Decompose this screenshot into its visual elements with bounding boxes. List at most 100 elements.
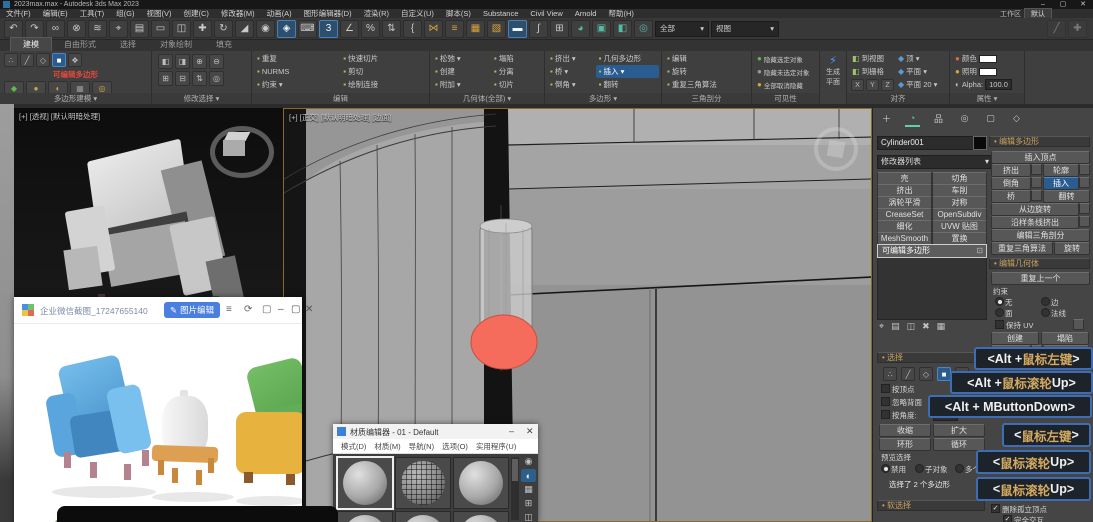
create-button[interactable]: 创建 xyxy=(991,332,1039,345)
sample-type-icon[interactable]: ◉ xyxy=(521,455,536,468)
ribbon-item[interactable]: ▪ 分离 xyxy=(491,65,542,78)
matedit-minimize-button[interactable]: – xyxy=(509,426,514,436)
rotate-icon[interactable]: ↻ xyxy=(214,19,233,38)
scrollbar-thumb[interactable] xyxy=(512,459,518,481)
outline-sel-icon[interactable]: ◎ xyxy=(209,71,224,86)
maximize-button[interactable]: ▢ xyxy=(1055,0,1071,9)
ribbon-tab[interactable]: 选择 xyxy=(108,38,148,51)
preview-multi-radio[interactable] xyxy=(955,464,964,473)
collapse-button[interactable]: 塌陷 xyxy=(1041,332,1089,345)
spline-extrude-settings-icon[interactable] xyxy=(1079,216,1090,227)
rollout-edit-polygons[interactable]: • 编辑多边形 xyxy=(989,136,1090,147)
workspace-selector[interactable]: 工作区 默认 xyxy=(1000,7,1052,20)
ribbon-item[interactable]: ◧ 到视图 xyxy=(849,52,887,65)
crosshair-icon[interactable]: ✚ xyxy=(1068,19,1087,38)
vertex-alpha-item[interactable]: ◐ Alpha: 100.0 xyxy=(952,78,1015,91)
ribbon-item[interactable]: ▪ 附加 ▾ xyxy=(432,78,489,91)
step-mode-icon[interactable]: ⇅ xyxy=(192,71,207,86)
edge-icon[interactable]: ╱ xyxy=(20,53,34,67)
redo-icon[interactable]: ↷ xyxy=(25,19,44,38)
element-icon[interactable]: ❖ xyxy=(68,53,82,67)
image-edit-button[interactable]: ✎ 图片编辑 xyxy=(164,302,221,318)
make-unique-icon[interactable]: ◫ xyxy=(907,321,916,332)
remove-modifier-icon[interactable]: ✖ xyxy=(922,321,930,332)
preserve-uv-checkbox[interactable] xyxy=(995,320,1004,329)
vertex-color-item[interactable]: ● 颜色 xyxy=(952,52,1000,65)
matedit-menu-item[interactable]: 选项(O) xyxy=(439,441,471,452)
ribbon-item[interactable]: ▪ 快速切片 xyxy=(340,52,427,65)
scene-explorer-icon[interactable]: ▦ xyxy=(466,19,485,38)
named-sets-icon[interactable]: { xyxy=(403,19,422,38)
pin-stack-icon[interactable]: ⌖ xyxy=(879,321,884,332)
axis-button[interactable]: Y xyxy=(866,79,879,91)
border-icon[interactable]: ◇ xyxy=(36,53,50,67)
hinge-from-edge-button[interactable]: 从边旋转 xyxy=(991,203,1079,216)
grow-button[interactable]: 扩大 xyxy=(933,424,985,437)
video-color-check-icon[interactable]: ◫ xyxy=(521,511,536,522)
ribbon-item[interactable]: ▪ 翻转 xyxy=(596,78,659,91)
ribbon-item[interactable]: ▪ 几何多边形 xyxy=(596,52,659,65)
alpha-value[interactable]: 100.0 xyxy=(985,79,1012,90)
pivot-center-icon[interactable]: ◉ xyxy=(256,19,275,38)
select-link-icon[interactable]: ∞ xyxy=(46,19,65,38)
preview-disable-radio[interactable] xyxy=(881,464,890,473)
ribbon-item[interactable]: ▪ 松弛 ▾ xyxy=(432,52,489,65)
panel-label[interactable]: 编辑 xyxy=(252,93,429,104)
keyboard-override-icon[interactable]: ⌨ xyxy=(298,19,317,38)
viewport-label[interactable]: [+] [透视] [默认明暗处理] xyxy=(19,111,100,122)
loop-button[interactable]: 循环 xyxy=(933,438,985,451)
material-editor-titlebar[interactable]: 材质编辑器 - 01 - Default – ✕ xyxy=(333,424,538,439)
create-tab[interactable]: ＋ xyxy=(879,111,894,125)
ribbon-item[interactable]: ▪ 编辑 xyxy=(664,52,749,65)
material-editor-window[interactable]: 材质编辑器 - 01 - Default – ✕ 模式(D) 材质(M) 导航(N)… xyxy=(333,424,538,522)
shrink-button[interactable]: 收缩 xyxy=(879,424,931,437)
render-icon[interactable]: ◎ xyxy=(634,19,653,38)
close-button[interactable]: ✕ xyxy=(1075,0,1091,9)
ribbon-item[interactable]: ▪ 约束 ▾ xyxy=(254,78,338,91)
expand-icon[interactable]: ▢ xyxy=(262,304,271,315)
rendered-frame-icon[interactable]: ◧ xyxy=(613,19,632,38)
ribbon-item[interactable]: ▪ NURMS xyxy=(254,65,338,78)
ribbon-item[interactable]: ● 全部取消隐藏 xyxy=(754,78,817,91)
by-angle-checkbox[interactable] xyxy=(881,410,890,419)
rollout-soft-selection[interactable]: • 软选择 xyxy=(877,500,985,511)
ribbon-item[interactable]: ▪ 剪切 xyxy=(340,65,427,78)
ring-button[interactable]: 环形 xyxy=(879,438,931,451)
ribbon-item[interactable]: ▪ 重复 xyxy=(254,52,338,65)
ribbon-item[interactable]: ▪ 旋转 xyxy=(664,65,749,78)
menu-item[interactable]: Substance xyxy=(477,9,524,18)
axis-button[interactable]: X xyxy=(851,79,864,91)
wecom-close-button[interactable]: ✕ xyxy=(305,304,313,315)
bind-spacewarp-icon[interactable]: ≋ xyxy=(88,19,107,38)
illumination-swatch[interactable] xyxy=(978,67,997,76)
ribbon-item[interactable]: ▪ 塌陷 xyxy=(491,52,542,65)
ribbon-item[interactable]: ◆ 平面 20 ▾ xyxy=(895,78,940,91)
matedit-menu-item[interactable]: 模式(D) xyxy=(338,441,369,452)
ribbon-item[interactable]: ▪ 创建 xyxy=(432,65,489,78)
full-interactivity-checkbox[interactable]: ✓ xyxy=(1003,515,1012,522)
outline-settings-icon[interactable] xyxy=(1079,164,1090,175)
preview-subobj-radio[interactable] xyxy=(915,464,924,473)
menu-item[interactable]: Civil View xyxy=(524,9,568,18)
outline-button[interactable]: 轮廓 xyxy=(1043,164,1079,177)
retriangulate-button[interactable]: 重复三角算法 xyxy=(991,242,1053,255)
schematic-view-icon[interactable]: ⊞ xyxy=(550,19,569,38)
wecom-titlebar[interactable]: 企业微信截图_17247655140 ✎ 图片编辑 ≡ ⟳ ▢ – ▢ ✕ xyxy=(14,297,313,324)
panel-label[interactable]: 属性 ▾ xyxy=(950,93,1024,104)
menu-item[interactable]: Arnold xyxy=(569,9,603,18)
hierarchy-tab[interactable]: 品 xyxy=(931,111,946,125)
motion-tab[interactable]: ◎ xyxy=(957,111,972,125)
screenshot-editor-bar[interactable] xyxy=(57,506,338,522)
move-icon[interactable]: ✚ xyxy=(193,19,212,38)
angle-snap-icon[interactable]: ∠ xyxy=(340,19,359,38)
flip-button[interactable]: 翻转 xyxy=(1043,190,1090,203)
mirror-icon[interactable]: ⋈ xyxy=(424,19,443,38)
ribbon-tab[interactable]: 对象绘制 xyxy=(148,38,204,51)
matedit-close-button[interactable]: ✕ xyxy=(526,426,534,437)
bridge-settings-icon[interactable] xyxy=(1031,190,1042,201)
curve-editor-icon[interactable]: ∫ xyxy=(529,19,548,38)
ribbon-tab[interactable]: 填充 xyxy=(204,38,244,51)
ignore-backfacing-checkbox[interactable] xyxy=(881,397,890,406)
polygon-icon[interactable]: ■ xyxy=(52,53,66,67)
snap-3d-icon[interactable]: 3 xyxy=(319,19,338,38)
